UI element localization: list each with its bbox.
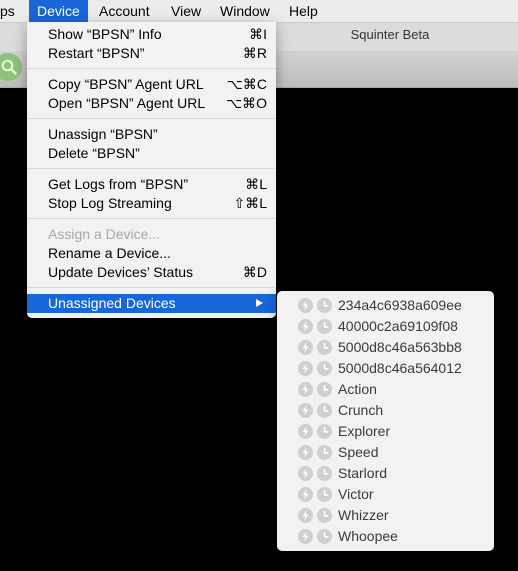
clock-icon	[317, 508, 332, 523]
menu-item-label: Show “BPSN” Info	[48, 26, 162, 42]
menu-item-shortcut: ⌘R	[242, 45, 267, 61]
submenu-item-label: Whoopee	[338, 528, 398, 544]
submenu-item-label: Crunch	[338, 402, 384, 418]
menu-item-label: Unassign “BPSN”	[48, 126, 158, 142]
submenu-item-device[interactable]: 5000d8c46a564012	[277, 358, 494, 379]
submenu-item-label: Victor	[338, 486, 374, 502]
menu-item-delete[interactable]: Delete “BPSN”	[27, 144, 276, 163]
submenu-item-device[interactable]: Whizzer	[277, 505, 494, 526]
clock-icon	[317, 403, 332, 418]
clock-icon	[317, 445, 332, 460]
submenu-item-label: Starlord	[338, 465, 388, 481]
clock-icon	[317, 466, 332, 481]
submenu-item-label: 40000c2a69109f08	[338, 318, 458, 334]
menu-item-label: Assign a Device...	[48, 226, 161, 242]
power-bolt-icon	[298, 529, 313, 544]
menu-item-shortcut: ⌘I	[249, 26, 267, 42]
menu-item-get-logs[interactable]: Get Logs from “BPSN” ⌘L	[27, 175, 276, 194]
menu-item-update-status[interactable]: Update Devices’ Status ⌘D	[27, 263, 276, 282]
submenu-item-label: 5000d8c46a564012	[338, 360, 462, 376]
submenu-item-label: 234a4c6938a609ee	[338, 297, 462, 313]
power-bolt-icon	[298, 508, 313, 523]
menubar-item-window[interactable]: Window	[212, 0, 278, 22]
menu-separator	[27, 287, 276, 288]
menu-item-unassigned-devices[interactable]: Unassigned Devices	[27, 294, 276, 313]
menu-item-label: Get Logs from “BPSN”	[48, 176, 189, 192]
submenu-item-device[interactable]: Starlord	[277, 463, 494, 484]
clock-icon	[317, 424, 332, 439]
menu-separator	[27, 118, 276, 119]
submenu-item-device[interactable]: Action	[277, 379, 494, 400]
submenu-item-label: Whizzer	[338, 507, 389, 523]
chevron-right-icon	[256, 299, 263, 307]
menu-item-open-agent-url[interactable]: Open “BPSN” Agent URL ⌥⌘O	[27, 94, 276, 113]
clock-icon	[317, 487, 332, 502]
menubar-item-device[interactable]: Device	[29, 0, 88, 22]
menu-item-label: Open “BPSN” Agent URL	[48, 95, 206, 111]
menu-item-shortcut: ⌥⌘C	[226, 76, 267, 92]
menu-item-label: Stop Log Streaming	[48, 195, 172, 211]
menu-separator	[27, 168, 276, 169]
menubar-item-help[interactable]: Help	[281, 0, 326, 22]
power-bolt-icon	[298, 340, 313, 355]
submenu-item-device[interactable]: 5000d8c46a563bb8	[277, 337, 494, 358]
submenu-item-device[interactable]: Crunch	[277, 400, 494, 421]
clock-icon	[317, 319, 332, 334]
power-bolt-icon	[298, 487, 313, 502]
submenu-item-device[interactable]: 40000c2a69109f08	[277, 316, 494, 337]
power-bolt-icon	[298, 403, 313, 418]
menu-item-restart[interactable]: Restart “BPSN” ⌘R	[27, 44, 276, 63]
power-bolt-icon	[298, 298, 313, 313]
menubar-item-account[interactable]: Account	[91, 0, 158, 22]
menu-item-label: Unassigned Devices	[48, 295, 176, 311]
power-bolt-icon	[298, 466, 313, 481]
menu-separator	[27, 218, 276, 219]
clock-icon	[317, 298, 332, 313]
search-icon	[1, 59, 17, 75]
power-bolt-icon	[298, 424, 313, 439]
menu-item-unassign[interactable]: Unassign “BPSN”	[27, 125, 276, 144]
menu-item-stop-log-streaming[interactable]: Stop Log Streaming ⇧⌘L	[27, 194, 276, 213]
power-bolt-icon	[298, 361, 313, 376]
menu-item-copy-agent-url[interactable]: Copy “BPSN” Agent URL ⌥⌘C	[27, 75, 276, 94]
menu-item-shortcut: ⇧⌘L	[233, 195, 267, 211]
menu-item-label: Copy “BPSN” Agent URL	[48, 76, 204, 92]
menu-item-label: Rename a Device...	[48, 245, 171, 261]
window-title: Squinter Beta	[350, 27, 430, 42]
submenu-item-device[interactable]: Victor	[277, 484, 494, 505]
device-menu: Show “BPSN” Info ⌘I Restart “BPSN” ⌘R Co…	[27, 22, 276, 318]
submenu-item-device[interactable]: 234a4c6938a609ee	[277, 295, 494, 316]
menu-item-assign-device: Assign a Device...	[27, 225, 276, 244]
menu-item-shortcut: ⌘D	[242, 264, 267, 280]
menubar-item-view[interactable]: View	[163, 0, 209, 22]
menu-item-rename-device[interactable]: Rename a Device...	[27, 244, 276, 263]
menu-item-shortcut: ⌘L	[245, 176, 267, 192]
power-bolt-icon	[298, 445, 313, 460]
submenu-item-label: Explorer	[338, 423, 391, 439]
menu-item-label: Delete “BPSN”	[48, 145, 140, 161]
clock-icon	[317, 361, 332, 376]
power-bolt-icon	[298, 382, 313, 397]
menu-item-show-info[interactable]: Show “BPSN” Info ⌘I	[27, 25, 276, 44]
submenu-item-label: Speed	[338, 444, 379, 460]
power-bolt-icon	[298, 319, 313, 334]
submenu-item-label: Action	[338, 381, 377, 397]
menu-item-label: Restart “BPSN”	[48, 45, 145, 61]
clock-icon	[317, 529, 332, 544]
clock-icon	[317, 382, 332, 397]
submenu-item-device[interactable]: Explorer	[277, 421, 494, 442]
menu-item-label: Update Devices’ Status	[48, 264, 193, 280]
unassigned-devices-submenu: 234a4c6938a609ee 40000c2a69109f08 5000d8c4…	[277, 291, 494, 551]
submenu-item-device[interactable]: Speed	[277, 442, 494, 463]
menu-bar: ps Device Account View Window Help	[0, 0, 518, 23]
menubar-item-apps[interactable]: ps	[0, 0, 23, 22]
submenu-item-device[interactable]: Whoopee	[277, 526, 494, 547]
menu-item-shortcut: ⌥⌘O	[225, 95, 267, 111]
clock-icon	[317, 340, 332, 355]
submenu-item-label: 5000d8c46a563bb8	[338, 339, 462, 355]
menu-separator	[27, 68, 276, 69]
